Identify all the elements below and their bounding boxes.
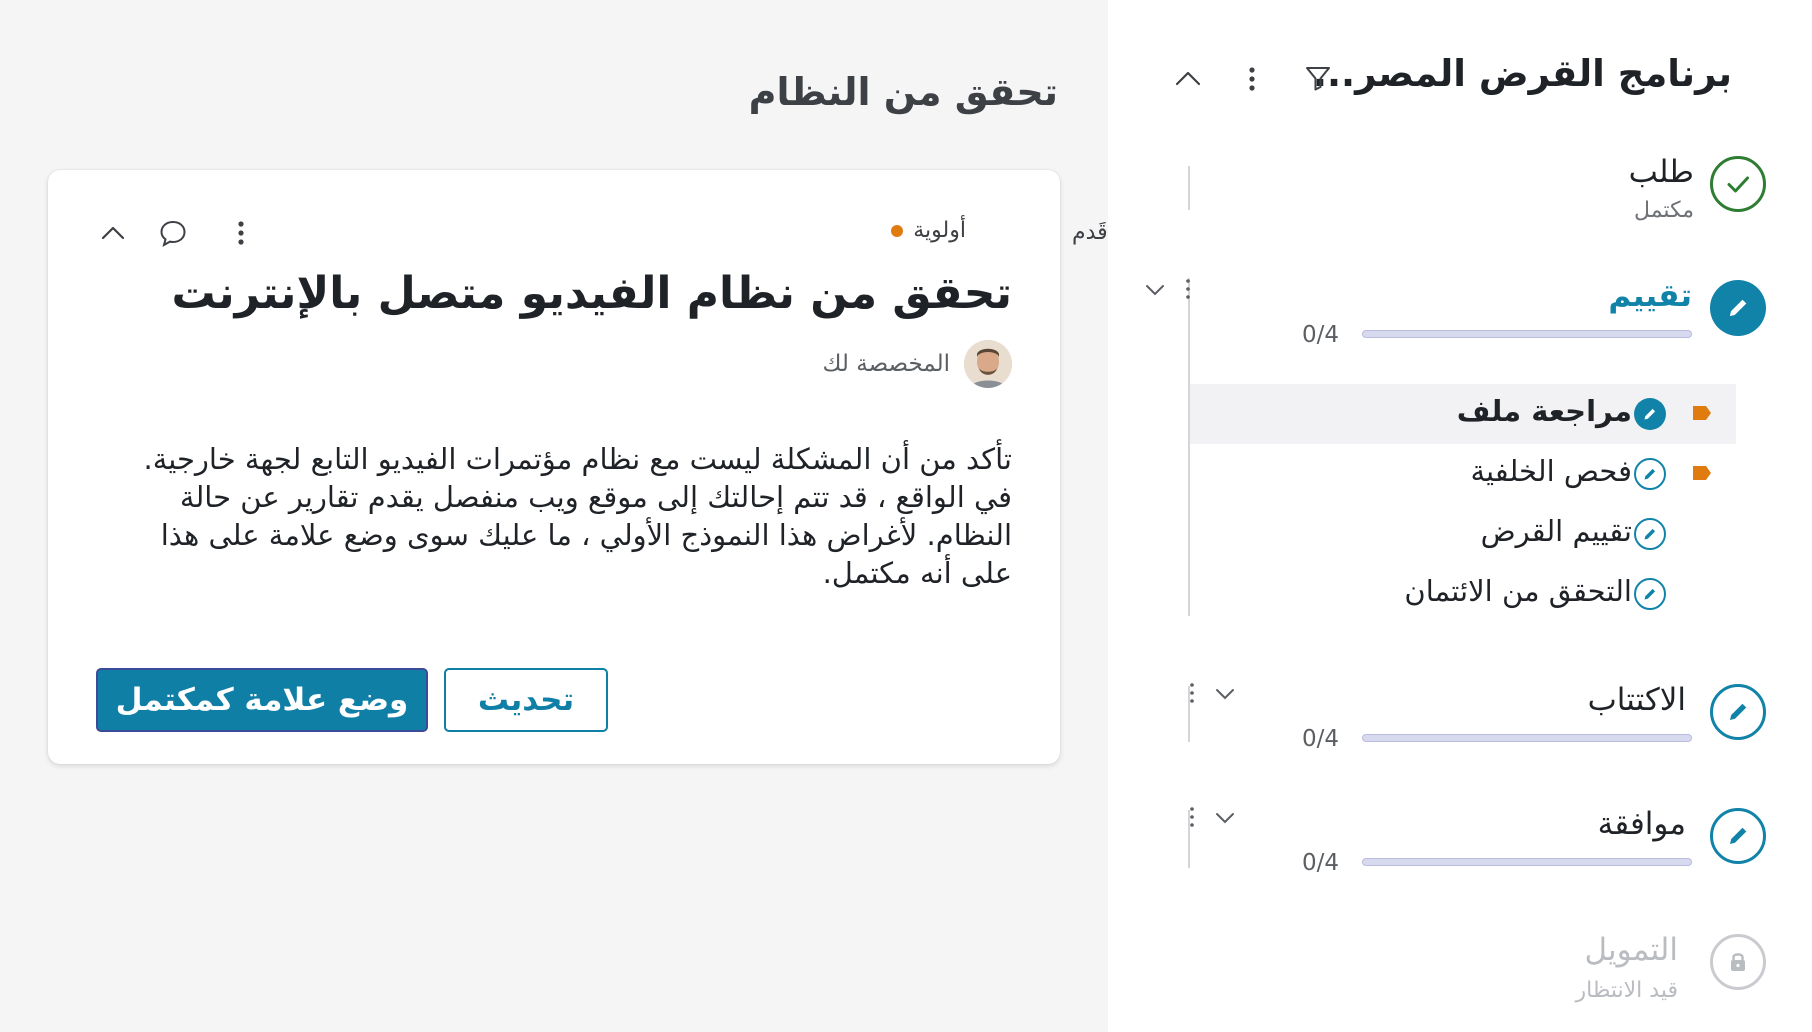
step-label: فحص الخلفية — [1470, 454, 1632, 488]
more-vertical-icon[interactable] — [226, 218, 256, 248]
filter-icon[interactable] — [1304, 64, 1332, 92]
more-vertical-icon[interactable] — [1238, 64, 1266, 94]
avatar — [964, 340, 1012, 388]
step-item[interactable]: فحص الخلفية — [1190, 444, 1736, 504]
assignee-label: المخصصة لك — [822, 351, 950, 377]
step-item[interactable]: تقييم القرض — [1190, 504, 1736, 564]
edit-icon — [1634, 518, 1666, 550]
stage-progress-bar — [1362, 330, 1692, 338]
stage-status: قيد الانتظار — [1575, 978, 1679, 1003]
stage-name-application[interactable]: طلب — [1629, 154, 1694, 190]
more-vertical-icon[interactable] — [1188, 806, 1196, 828]
refresh-button[interactable]: تحديث — [444, 668, 608, 732]
task-description: تأكد من أن المشكلة ليست مع نظام مؤتمرات … — [143, 442, 1012, 590]
process-title: برنامج القرض المصر... — [1312, 52, 1732, 95]
edit-icon — [1634, 398, 1666, 430]
step-item[interactable]: التحقق من الائتمان — [1190, 564, 1736, 624]
step-label: التحقق من الائتمان — [1404, 574, 1632, 608]
priority-badge: أولوية — [891, 218, 966, 243]
step-item[interactable]: مراجعة ملف — [1190, 384, 1736, 444]
comment-icon[interactable] — [158, 218, 188, 248]
chevron-down-icon[interactable] — [1214, 686, 1236, 702]
timeline-line — [1188, 166, 1190, 210]
task-card: أولوية تحقق من نظام الفيديو متصل بالإنتر… — [48, 170, 1060, 764]
stage-name-underwriting[interactable]: الاكتتاب — [1588, 682, 1686, 718]
chevron-up-icon[interactable] — [1172, 64, 1204, 92]
page-title: تحقق من النظام — [748, 70, 1058, 114]
stage-progress-bar — [1362, 734, 1692, 742]
edit-icon — [1634, 578, 1666, 610]
lock-icon — [1710, 934, 1766, 990]
stage-edit-icon — [1710, 280, 1766, 336]
edit-icon — [1634, 458, 1666, 490]
chevron-down-icon[interactable] — [1144, 282, 1166, 298]
stage-edit-icon — [1710, 684, 1766, 740]
priority-dot — [891, 224, 904, 237]
stage-name-funding[interactable]: التمويل — [1585, 932, 1678, 968]
stage-progress-count: 0/4 — [1302, 322, 1340, 348]
step-label: مراجعة ملف — [1456, 394, 1632, 428]
task-title: تحقق من نظام الفيديو متصل بالإنترنت — [171, 268, 1013, 319]
step-label: تقييم القرض — [1480, 514, 1632, 548]
stage-name-approval[interactable]: موافقة — [1598, 806, 1686, 842]
clipped-tab-label[interactable]: قَدم — [1072, 220, 1108, 245]
stage-progress-bar — [1362, 858, 1692, 866]
stage-complete-check-icon — [1710, 156, 1766, 212]
priority-flag-icon — [1692, 405, 1712, 421]
more-vertical-icon[interactable] — [1188, 682, 1196, 704]
mark-complete-button[interactable]: وضع علامة كمكتمل — [96, 668, 428, 732]
more-vertical-icon[interactable] — [1184, 278, 1192, 300]
chevron-up-icon[interactable] — [98, 218, 128, 248]
stage-name-assessment[interactable]: تقييم — [1608, 278, 1692, 314]
assignee: المخصصة لك — [823, 340, 1012, 388]
stage-edit-icon — [1710, 808, 1766, 864]
priority-label: أولوية — [913, 218, 966, 243]
priority-flag-icon — [1692, 465, 1712, 481]
stage-status: مكتمل — [1634, 198, 1694, 223]
stage-progress-count: 0/4 — [1302, 726, 1340, 752]
chevron-down-icon[interactable] — [1214, 810, 1236, 826]
stage-progress-count: 0/4 — [1302, 850, 1340, 876]
